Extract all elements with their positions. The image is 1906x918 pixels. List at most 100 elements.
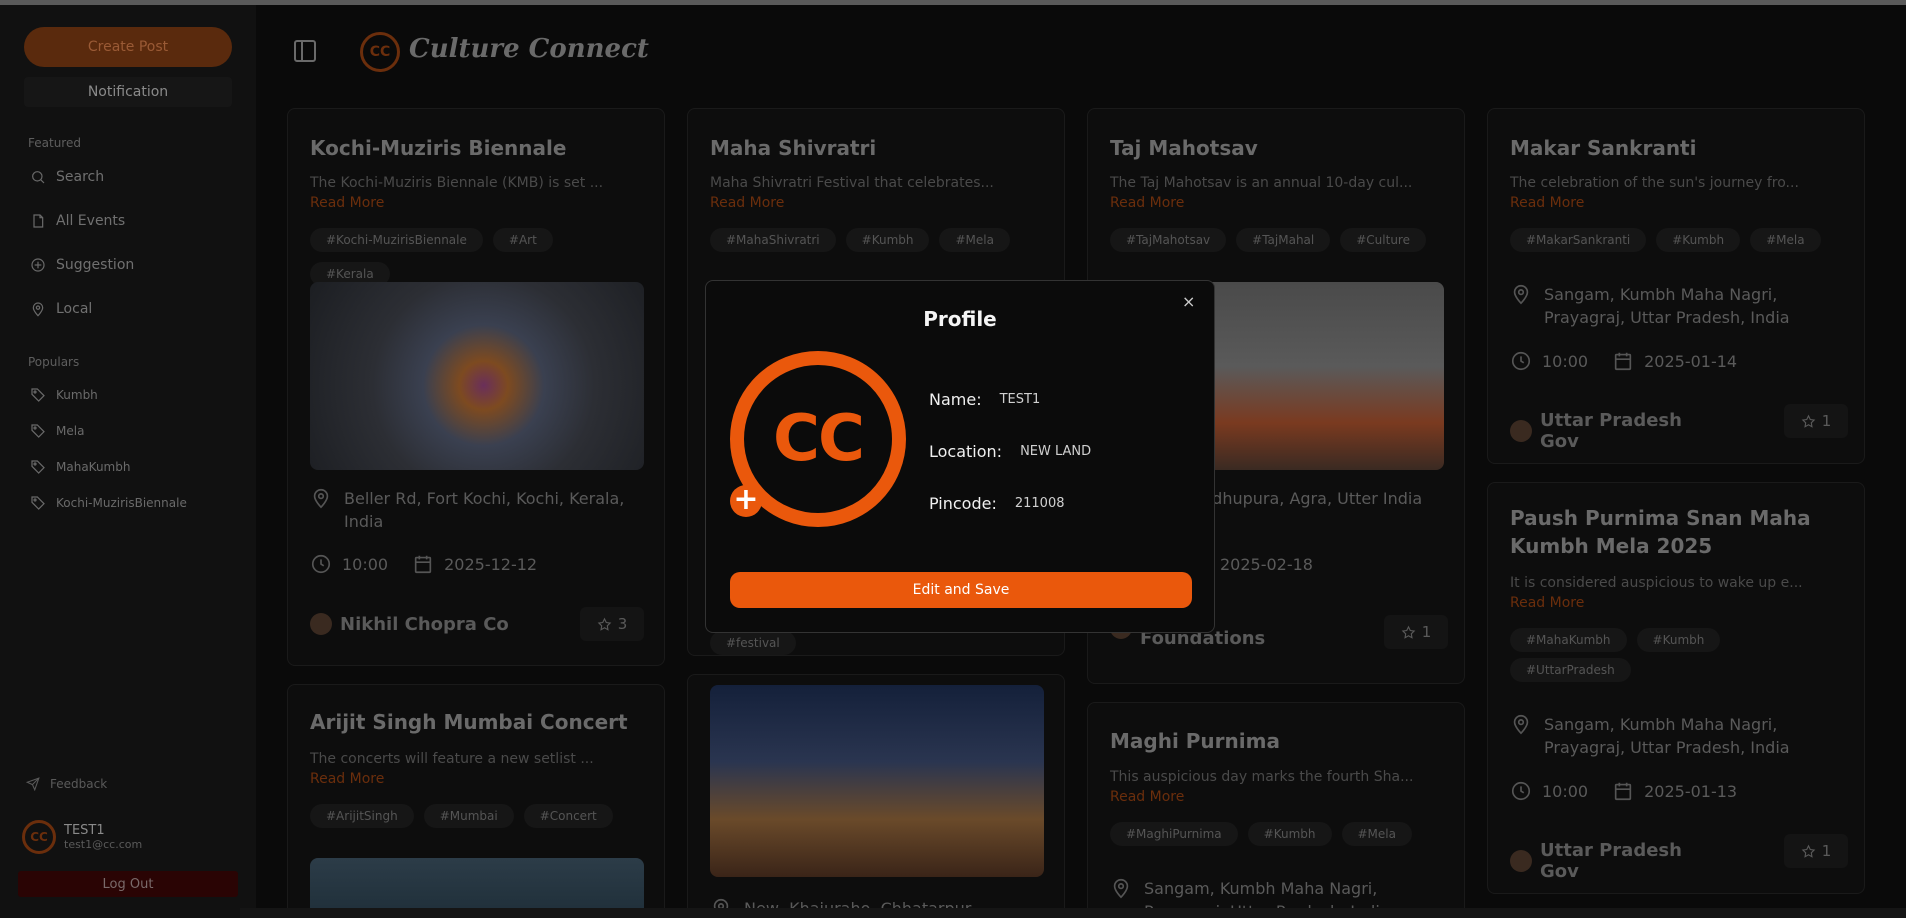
tag-chip[interactable]: #MahaShivratri [710, 228, 836, 252]
popular-item-mahakumbh[interactable]: MahaKumbh [30, 459, 130, 475]
horizontal-scrollbar[interactable] [240, 908, 1906, 918]
popular-item-label: Kochi-MuzirisBiennale [56, 496, 187, 510]
profile-modal: Profile × CC + Name: TEST1 Location: NEW… [705, 280, 1215, 633]
pincode-row: Pincode: 211008 [929, 494, 1065, 513]
tag-chip[interactable]: #festival [710, 631, 796, 655]
read-more-link[interactable]: Read More [310, 771, 384, 787]
tag-chip[interactable]: #Kumbh [845, 228, 930, 252]
tag-chip[interactable]: #MahaKumbh [1510, 628, 1627, 652]
event-card-maghi[interactable]: Maghi Purnima This auspicious day marks … [1087, 702, 1465, 918]
sidebar-item-local[interactable]: Local [30, 301, 92, 317]
event-card-khajuraho[interactable]: New, Khajuraho, Chhatarpur, Madhya [687, 674, 1065, 918]
tag-chip[interactable]: #Kumbh [1656, 228, 1741, 252]
event-location: Sangam, Kumbh Maha Nagri, Prayagraj, Utt… [1510, 283, 1830, 329]
location-text: Beller Rd, Fort Kochi, Kochi, Kerala, In… [344, 489, 625, 531]
tag-chip[interactable]: #Mela [1750, 228, 1821, 252]
event-card-paush[interactable]: Paush Purnima Snan Maha Kumbh Mela 2025 … [1487, 482, 1865, 894]
tag-chip[interactable]: #Mumbai [423, 804, 514, 828]
user-email: test1@cc.com [64, 838, 143, 851]
event-card-arijit[interactable]: Arijit Singh Mumbai Concert The concerts… [287, 684, 665, 918]
sidebar-toggle-icon[interactable] [294, 40, 316, 62]
edit-and-save-button[interactable]: Edit and Save [730, 572, 1192, 608]
tag-chip[interactable]: #Kochi-MuzirisBiennale [310, 228, 483, 252]
read-more-link[interactable]: Read More [1510, 595, 1584, 611]
tag-chip[interactable]: #Kumbh [1247, 822, 1332, 846]
location-value[interactable]: NEW LAND [1020, 444, 1091, 459]
star-button[interactable]: 3 [580, 607, 644, 641]
read-more-link[interactable]: Read More [710, 195, 784, 211]
tag-list: #MakarSankranti #Kumbh #Mela [1510, 228, 1830, 252]
event-time-date: 10:00 2025-01-14 [1510, 350, 1737, 372]
organizer-avatar [1510, 850, 1532, 872]
tag-chip[interactable]: #Mela [939, 228, 1010, 252]
calendar-icon [414, 555, 432, 574]
sidebar-item-all-events[interactable]: All Events [30, 213, 125, 229]
add-photo-icon[interactable]: + [730, 485, 762, 517]
tag-chip[interactable]: #ArijitSingh [310, 804, 414, 828]
star-button[interactable]: 1 [1384, 615, 1448, 649]
popular-item-kumbh[interactable]: Kumbh [30, 387, 98, 403]
star-button[interactable]: 1 [1784, 404, 1848, 438]
clock-icon [1511, 781, 1531, 801]
location-row: Location: NEW LAND [929, 442, 1091, 461]
tag-chip[interactable]: #Art [492, 228, 553, 252]
tag-chip[interactable]: #Culture [1340, 228, 1426, 252]
logout-button[interactable]: Log Out [18, 871, 238, 897]
notification-button[interactable]: Notification [24, 77, 232, 107]
name-row: Name: TEST1 [929, 390, 1040, 409]
tag-chip[interactable]: #TajMahal [1236, 228, 1331, 252]
organizer-avatar [1510, 420, 1532, 442]
feedback-link[interactable]: Feedback [26, 777, 107, 791]
time-text: 10:00 [1542, 351, 1589, 371]
date-text: 2025-01-14 [1644, 351, 1738, 371]
tag-chip[interactable]: #Concert [523, 804, 613, 828]
create-post-button[interactable]: Create Post [24, 27, 232, 67]
sidebar-item-suggestion[interactable]: Suggestion [30, 257, 134, 273]
event-organizer[interactable]: Uttar Pradesh Gov [1510, 840, 1710, 882]
clock-icon [1511, 351, 1531, 371]
user-info[interactable]: CC TEST1 test1@cc.com [22, 820, 142, 854]
event-image [310, 282, 644, 470]
event-organizer[interactable]: Uttar Pradesh Gov [1510, 410, 1710, 452]
close-icon[interactable]: × [1182, 294, 1196, 310]
tag-chip[interactable]: #MaghiPurnima [1110, 822, 1238, 846]
event-title: Arijit Singh Mumbai Concert [310, 710, 628, 734]
organizer-name: Uttar Pradesh Gov [1540, 840, 1682, 882]
pincode-label: Pincode: [929, 494, 997, 513]
tag-icon [31, 496, 45, 510]
organizer-avatar [310, 613, 332, 635]
read-more-link[interactable]: Read More [1510, 195, 1584, 211]
feedback-label: Feedback [50, 777, 108, 791]
time-text: 10:00 [342, 554, 389, 574]
star-count: 3 [617, 615, 628, 633]
location-label: Location: [929, 442, 1003, 461]
pincode-value[interactable]: 211008 [1015, 496, 1065, 511]
location-pin-icon [1113, 878, 1129, 899]
event-card-makar[interactable]: Makar Sankranti The celebration of the s… [1487, 108, 1865, 464]
name-value[interactable]: TEST1 [1000, 392, 1041, 407]
tag-chip[interactable]: #UttarPradesh [1510, 658, 1631, 682]
sidebar-item-label: Suggestion [56, 257, 135, 273]
tag-chip[interactable]: #MakarSankranti [1510, 228, 1647, 252]
read-more-link[interactable]: Read More [1110, 789, 1184, 805]
read-more-link[interactable]: Read More [310, 195, 384, 211]
sidebar-item-search[interactable]: Search [30, 169, 104, 185]
calendar-icon [1614, 782, 1632, 801]
popular-item-kochi[interactable]: Kochi-MuzirisBiennale [30, 495, 187, 511]
event-time-date: 10:00 2025-12-12 [310, 553, 537, 575]
tag-chip[interactable]: #TajMahotsav [1110, 228, 1227, 252]
organizer-name: Uttar Pradesh Gov [1540, 410, 1682, 452]
location-pin-icon [32, 302, 44, 317]
tag-chip[interactable]: #Mela [1341, 822, 1412, 846]
read-more-link[interactable]: Read More [1110, 195, 1184, 211]
organizer-name: Nikhil Chopra Co [340, 613, 509, 635]
sidebar: Create Post Notification Featured Search… [0, 5, 256, 918]
tag-icon [31, 424, 45, 438]
popular-item-mela[interactable]: Mela [30, 423, 84, 439]
populars-section-title: Populars [28, 355, 80, 369]
logo: CC [360, 32, 400, 72]
star-button[interactable]: 1 [1784, 834, 1848, 868]
event-organizer[interactable]: Nikhil Chopra Co [310, 613, 510, 635]
event-card-kochi[interactable]: Kochi-Muziris Biennale The Kochi-Muziris… [287, 108, 665, 666]
tag-chip[interactable]: #Kumbh [1636, 628, 1721, 652]
